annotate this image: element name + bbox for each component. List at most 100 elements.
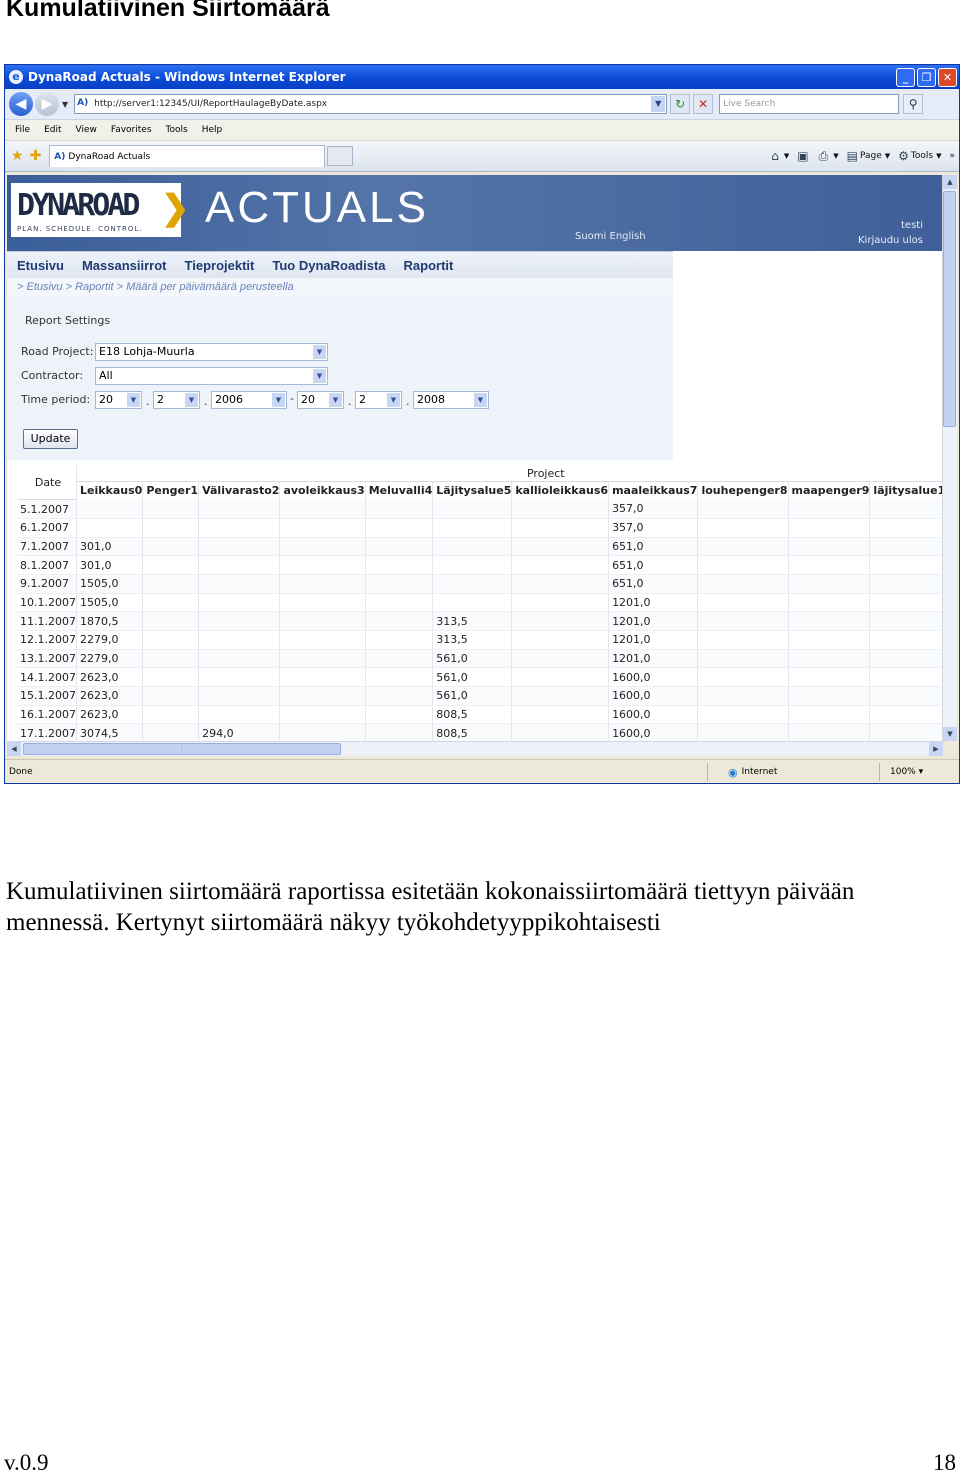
home-button[interactable]: ⌂ ▼ bbox=[771, 149, 789, 163]
menu-tools[interactable]: Tools bbox=[166, 125, 188, 135]
language-links[interactable]: Suomi English bbox=[575, 231, 646, 242]
project-group-header: Project bbox=[76, 465, 943, 482]
table-cell bbox=[511, 705, 610, 725]
date-header[interactable]: Date bbox=[17, 465, 77, 501]
column-header[interactable]: louhepenger8 bbox=[697, 481, 789, 500]
menu-favorites[interactable]: Favorites bbox=[111, 125, 152, 135]
forward-button[interactable]: ▶ bbox=[35, 92, 59, 116]
refresh-button[interactable]: ↻ bbox=[670, 94, 691, 114]
nav-massansiirrot[interactable]: Massansiirrot bbox=[82, 258, 167, 273]
column-header[interactable]: Välivarasto2 bbox=[198, 481, 281, 500]
table-cell bbox=[511, 667, 610, 688]
table-cell bbox=[198, 537, 281, 557]
breadcrumb[interactable]: > Etusivu > Raportit > Määrä per päivämä… bbox=[7, 278, 673, 296]
table-cell bbox=[198, 499, 281, 519]
from-day-select[interactable]: 20 ▼ bbox=[95, 391, 142, 409]
column-header[interactable]: maaleikkaus7 bbox=[608, 481, 699, 500]
menu-view[interactable]: View bbox=[76, 125, 97, 135]
table-cell bbox=[365, 649, 434, 669]
column-header[interactable]: avoleikkaus3 bbox=[279, 481, 366, 500]
minimize-button[interactable]: _ bbox=[896, 67, 915, 87]
column-header[interactable]: Läjitysalue5 bbox=[432, 481, 513, 500]
scroll-left-icon[interactable]: ◀ bbox=[7, 742, 21, 756]
main-nav: Etusivu Massansiirrot Tieprojektit Tuo D… bbox=[7, 251, 673, 278]
update-button[interactable]: Update bbox=[23, 429, 78, 449]
zoom-control[interactable]: 100% ▾ bbox=[879, 763, 959, 781]
table-cell bbox=[142, 649, 200, 669]
table-cell bbox=[142, 593, 200, 613]
chevron-down-icon: ▼ bbox=[185, 393, 198, 407]
scroll-right-icon[interactable]: ▶ bbox=[929, 742, 943, 756]
print-button[interactable]: ⎙ ▼ bbox=[819, 149, 839, 164]
column-header[interactable]: läjitysalue10 bbox=[869, 481, 943, 500]
table-cell bbox=[198, 649, 281, 669]
window-title: DynaRoad Actuals - Windows Internet Expl… bbox=[28, 70, 346, 84]
favorites-star-icon[interactable]: ★ bbox=[11, 148, 24, 164]
vertical-scroll-thumb[interactable] bbox=[943, 191, 956, 427]
to-month-select[interactable]: 2 ▼ bbox=[355, 391, 402, 409]
table-cell bbox=[142, 686, 200, 706]
tools-menu[interactable]: ⚙ Tools ▼ bbox=[898, 149, 941, 163]
table-cell bbox=[869, 611, 943, 631]
table-cell bbox=[697, 555, 789, 575]
table-cell: 301,0 bbox=[76, 537, 144, 557]
table-cell bbox=[697, 574, 789, 594]
search-input[interactable]: Live Search bbox=[719, 94, 900, 114]
horizontal-scroll-thumb[interactable]: ⦙ bbox=[23, 743, 341, 755]
close-button[interactable]: ✕ bbox=[938, 67, 957, 87]
menu-file[interactable]: File bbox=[15, 125, 30, 135]
address-field[interactable]: A) http://server1:12345/UI/ReportHaulage… bbox=[74, 94, 668, 114]
browser-window: e DynaRoad Actuals - Windows Internet Ex… bbox=[4, 64, 960, 784]
new-tab-button[interactable] bbox=[327, 146, 354, 166]
browser-tab[interactable]: A) DynaRoad Actuals bbox=[49, 145, 326, 167]
scroll-down-icon[interactable]: ▼ bbox=[943, 727, 957, 741]
address-dropdown[interactable]: ▼ bbox=[651, 96, 666, 112]
page-viewport: DYNAROAD ❯ PLAN. SCHEDULE. CONTROL. ACTU… bbox=[7, 175, 943, 741]
horizontal-scrollbar[interactable]: ◀ ⦙ ▶ bbox=[7, 741, 943, 756]
table-cell bbox=[142, 518, 200, 538]
feeds-button[interactable]: ▣ bbox=[797, 149, 810, 163]
column-header[interactable]: Leikkaus0 bbox=[76, 481, 144, 500]
road-project-select[interactable]: E18 Lohja-Muurla ▼ bbox=[95, 343, 328, 361]
recent-pages-dropdown[interactable]: ▼ bbox=[62, 100, 68, 109]
contractor-label: Contractor: bbox=[21, 369, 84, 382]
column-header[interactable]: Penger1 bbox=[142, 481, 200, 500]
nav-tuo-dynaroadista[interactable]: Tuo DynaRoadista bbox=[272, 258, 385, 273]
from-month-select[interactable]: 2 ▼ bbox=[153, 391, 200, 409]
menu-bar: File Edit View Favorites Tools Help bbox=[5, 120, 959, 141]
more-commands[interactable]: » bbox=[949, 151, 955, 161]
column-header[interactable]: Meluvalli4 bbox=[365, 481, 434, 500]
search-button[interactable]: ⚲ bbox=[903, 94, 924, 114]
back-button[interactable]: ◀ bbox=[9, 92, 33, 116]
vertical-scrollbar[interactable]: ▲ ▼ bbox=[942, 175, 957, 741]
stop-button[interactable]: ✕ bbox=[693, 94, 714, 114]
column-header[interactable]: maapenger9 bbox=[788, 481, 871, 500]
column-header[interactable]: kallioleikkaus6 bbox=[511, 481, 610, 500]
logout-link[interactable]: Kirjaudu ulos bbox=[858, 233, 923, 248]
nav-etusivu[interactable]: Etusivu bbox=[17, 258, 64, 273]
from-year-select[interactable]: 2006 ▼ bbox=[211, 391, 287, 409]
to-day-select[interactable]: 20 ▼ bbox=[297, 391, 344, 409]
scroll-up-icon[interactable]: ▲ bbox=[943, 175, 957, 189]
menu-help[interactable]: Help bbox=[202, 125, 223, 135]
feeds-icon: ▣ bbox=[797, 149, 809, 163]
nav-tieprojektit[interactable]: Tieprojektit bbox=[185, 258, 255, 273]
page-menu[interactable]: ▤ Page ▼ bbox=[847, 149, 891, 163]
dynaroad-logo[interactable]: DYNAROAD ❯ PLAN. SCHEDULE. CONTROL. bbox=[11, 183, 190, 237]
table-cell bbox=[198, 705, 281, 725]
contractor-select[interactable]: All ▼ bbox=[95, 367, 328, 385]
table-cell bbox=[142, 705, 200, 725]
nav-raportit[interactable]: Raportit bbox=[404, 258, 454, 273]
table-cell bbox=[365, 667, 434, 688]
report-settings: Report Settings Road Project: E18 Lohja-… bbox=[7, 296, 673, 460]
favorites-bar: ★ ✚ A) DynaRoad Actuals ⌂ ▼ ▣ ⎙ ▼ ▤ Page ▼ ⚙… bbox=[5, 141, 959, 172]
add-favorite-icon[interactable]: ✚ bbox=[30, 148, 42, 164]
to-year-select[interactable]: 2008 ▼ bbox=[413, 391, 489, 409]
logo-chevron-icon: ❯ bbox=[161, 189, 190, 227]
table-cell bbox=[869, 518, 943, 538]
table-cell bbox=[279, 649, 366, 669]
table-cell bbox=[279, 630, 366, 650]
table-cell bbox=[697, 611, 789, 631]
maximize-button[interactable]: ❐ bbox=[917, 67, 936, 87]
menu-edit[interactable]: Edit bbox=[44, 125, 61, 135]
